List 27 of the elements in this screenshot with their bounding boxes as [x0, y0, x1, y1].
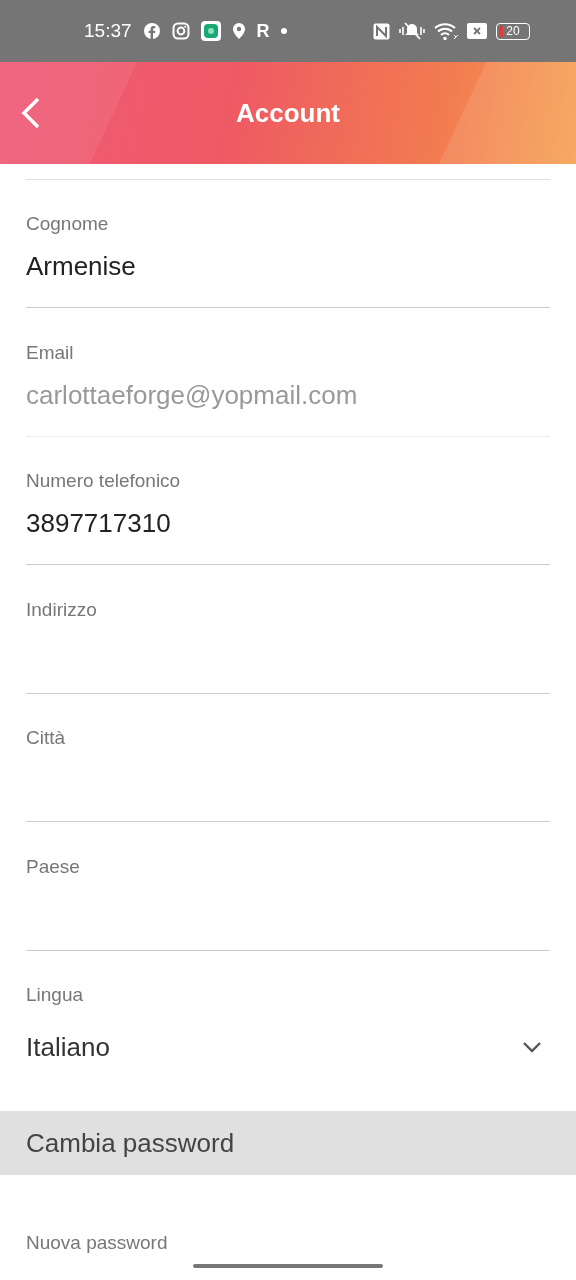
field-label: Email [26, 340, 75, 365]
app-icon [200, 21, 221, 41]
field-label: Lingua [26, 983, 85, 1007]
field-label: Paese [26, 854, 81, 879]
instagram-icon [171, 22, 190, 40]
field-label: Città [26, 726, 67, 750]
chevron-down-icon [522, 1041, 542, 1053]
location-pin-icon [231, 22, 246, 40]
field-label: Nuova password [26, 1231, 169, 1255]
nfc-icon [373, 22, 390, 40]
facebook-icon [142, 22, 161, 40]
back-icon[interactable] [20, 96, 42, 130]
app-letter: R [256, 20, 270, 42]
dot-icon [280, 28, 287, 34]
input-field[interactable]: Armenise [26, 248, 550, 308]
sim-blocked-icon [467, 23, 487, 39]
status-time: 15:37 [84, 20, 132, 42]
field-label: Numero telefonico [26, 469, 182, 493]
wifi-icon [434, 21, 458, 41]
section-title: Cambia password [26, 1127, 235, 1159]
field-label: Indirizzo [26, 597, 98, 622]
language-dropdown[interactable]: Italiano [26, 1029, 550, 1065]
battery-indicator: 20 [496, 22, 530, 40]
screen-title: Account [236, 97, 340, 129]
mute-vibrate-icon [399, 21, 425, 41]
field-label: Cognome [26, 212, 110, 236]
input-field[interactable]: 3897717310 [26, 505, 550, 565]
